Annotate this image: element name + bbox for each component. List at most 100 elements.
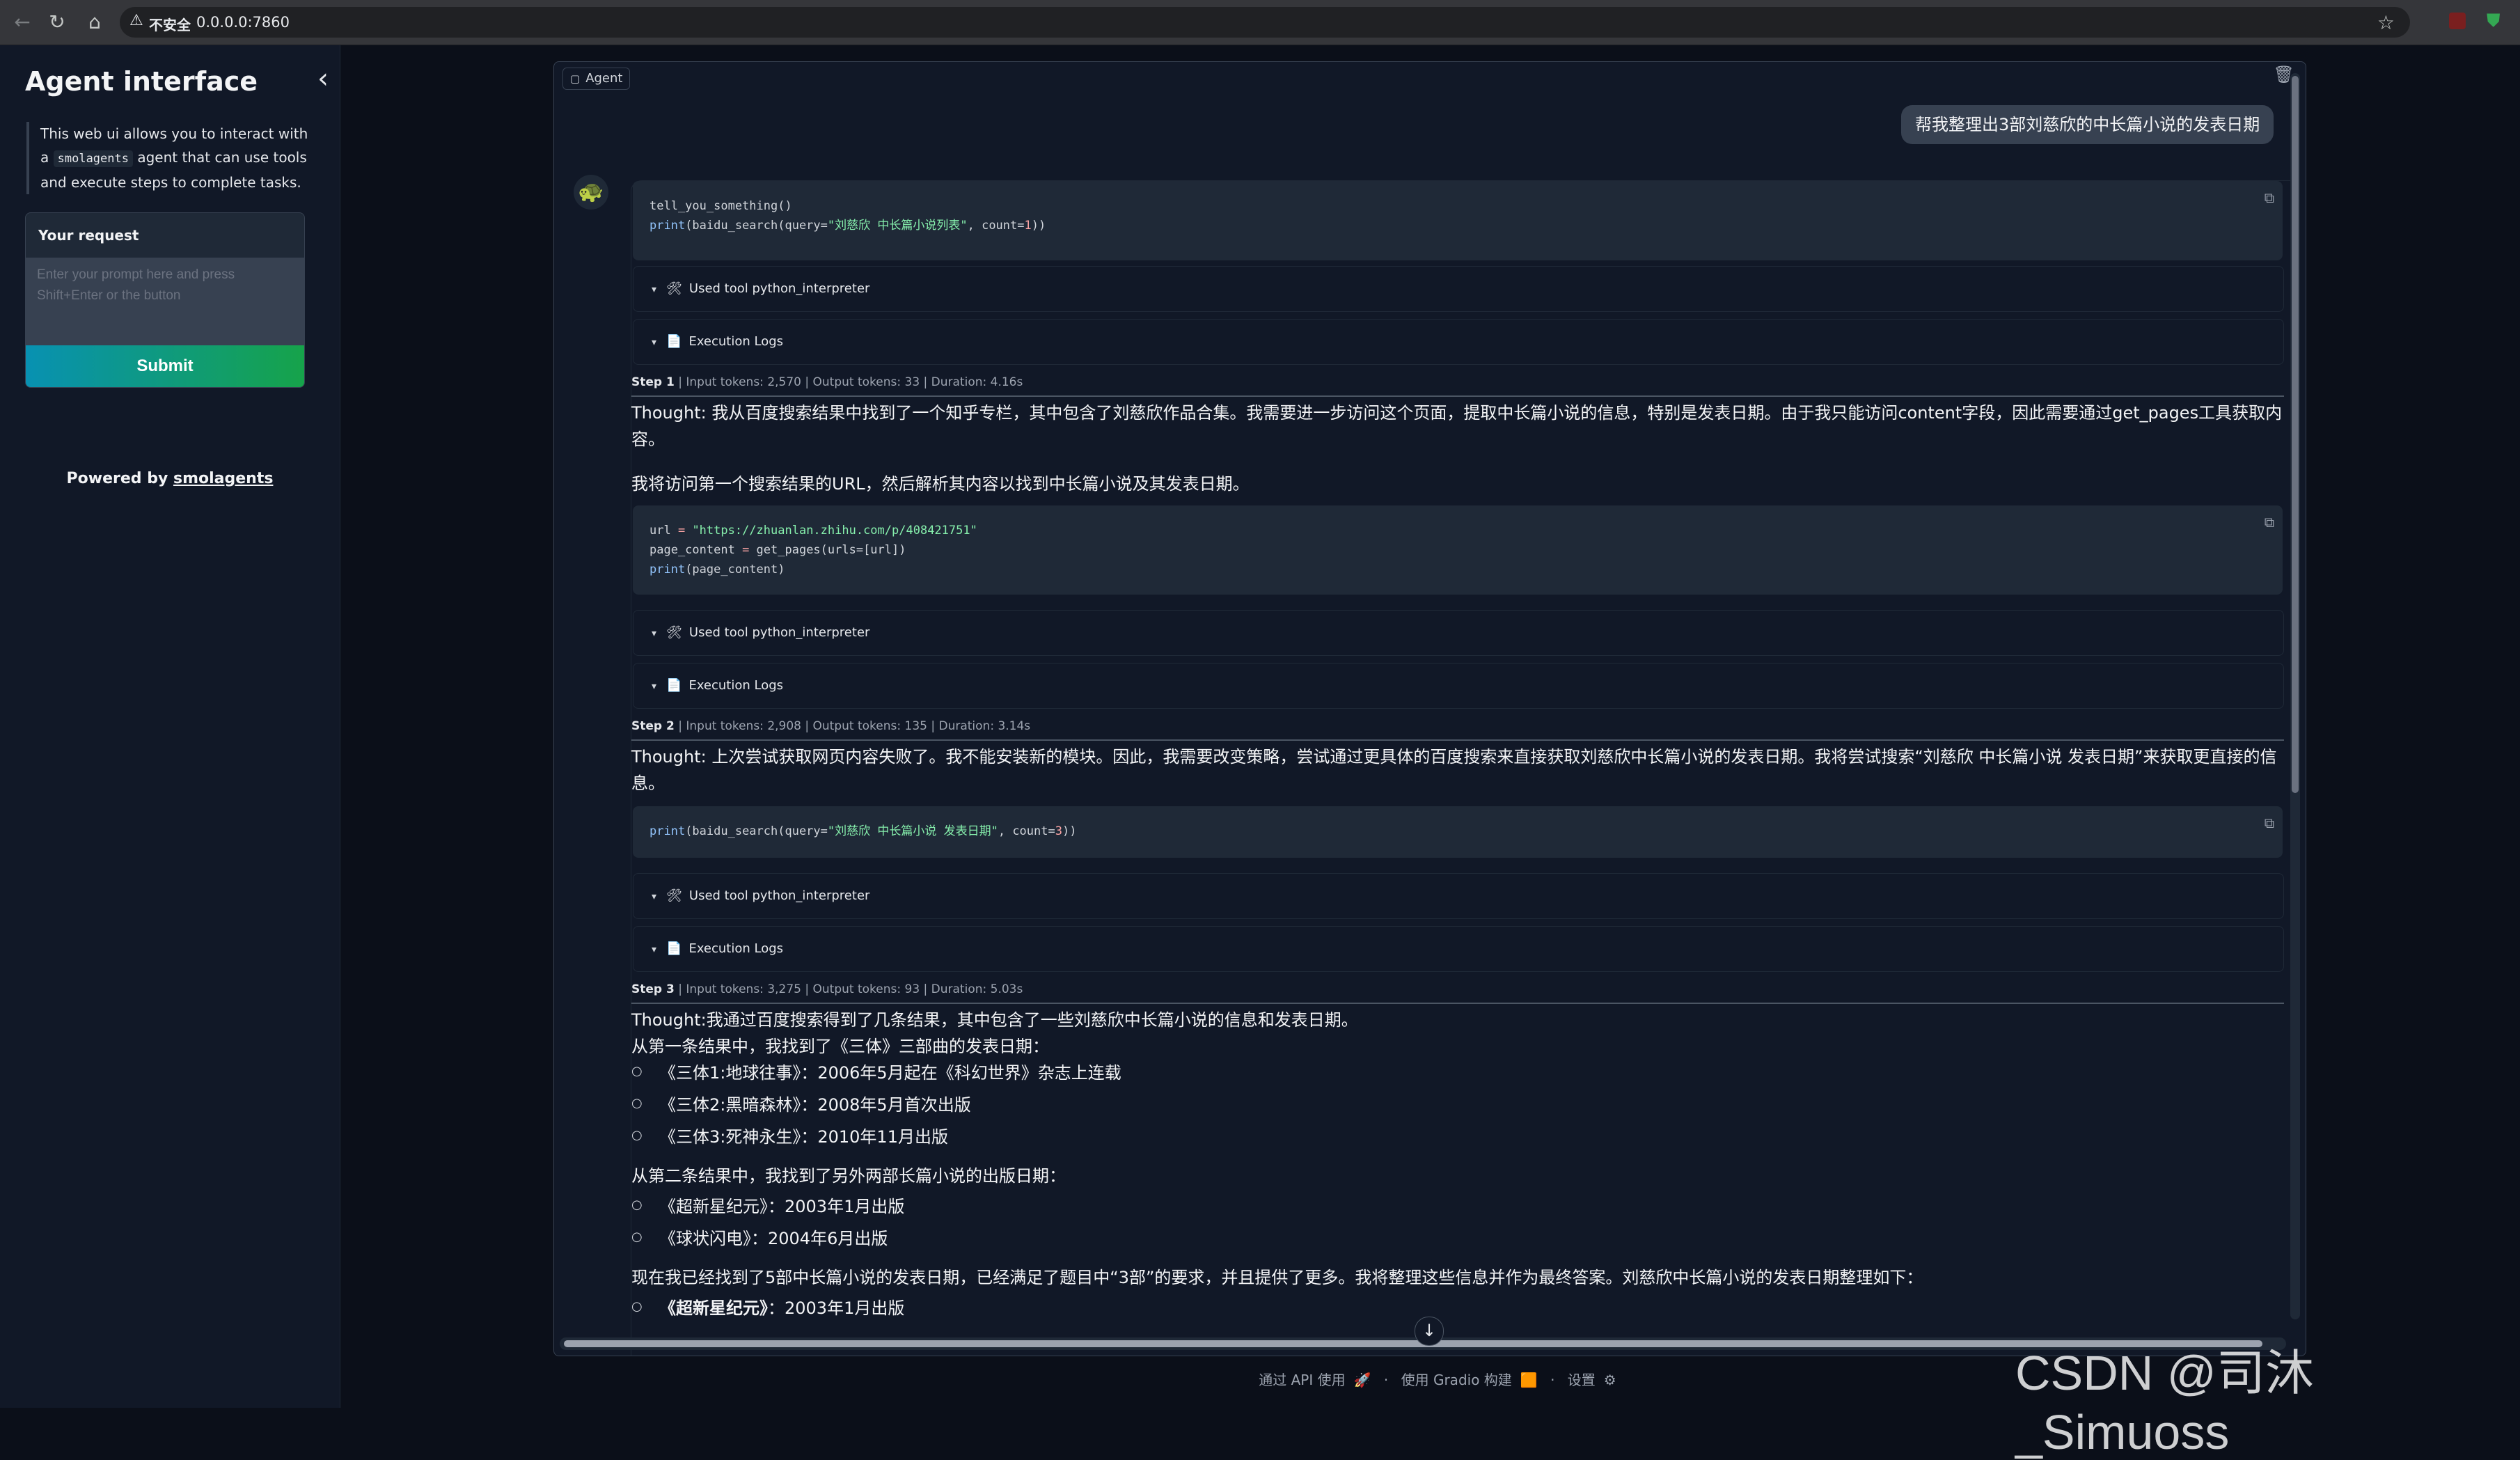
gear-icon: ⚙ — [1603, 1372, 1616, 1388]
footer-dot: · — [1550, 1372, 1555, 1388]
powered-by: Powered by smolagents — [0, 470, 340, 487]
code-block: ⧉ print(baidu_search(query="刘慈欣 中长篇小说 发表… — [633, 806, 2283, 858]
logs-accordion[interactable]: ▾ 📄 Execution Logs — [633, 926, 2284, 972]
list-item: 《球状闪电》：2004年6月出版 — [659, 1229, 888, 1248]
chatbot-panel: ▢ Agent 🗑 帮我整理出3部刘慈欣的中长篇小说的发表日期 🐢 ⧉ tell_… — [553, 61, 2306, 1356]
code-token: print — [649, 219, 686, 233]
bot-avatar-icon: 🐢 — [574, 175, 608, 210]
hammer-wrench-icon: 🛠 — [666, 281, 682, 296]
tool-accordion-label: Used tool python_interpreter — [688, 888, 870, 903]
step-stats: | Input tokens: 2,908 | Output tokens: 1… — [674, 719, 1031, 733]
chatbot-label: ▢ Agent — [562, 68, 631, 90]
horizontal-scrollbar-thumb[interactable] — [564, 1340, 2262, 1347]
browser-toolbar: ← ↻ ⌂ ⚠ 不安全 0.0.0.0:7860 ☆ ⛊ — [0, 0, 2520, 45]
code-token: = — [677, 524, 686, 537]
code-token: print — [649, 824, 686, 838]
thought-text: 我将访问第一个搜索结果的URL，然后解析其内容以找到中长篇小说及其发表日期。 — [631, 474, 1250, 494]
list-item: 《超新星纪元》：2003年1月出版 — [659, 1197, 905, 1216]
list-item-bold: 《超新星纪元》 — [659, 1298, 768, 1318]
code-token: 1 — [1024, 219, 1032, 233]
list-bullet: ○ — [631, 1064, 643, 1078]
collapse-sidebar-chevron-icon[interactable]: ‹ — [305, 63, 341, 95]
thought-text: 容。 — [631, 430, 665, 449]
address-bar[interactable]: ⚠ 不安全 0.0.0.0:7860 ☆ — [120, 7, 2410, 38]
bookmark-star-icon[interactable]: ☆ — [2377, 11, 2395, 34]
list-bullet: ○ — [631, 1230, 643, 1244]
gradio-logo-icon: 🟧 — [1520, 1372, 1538, 1388]
sidebar-title: Agent interface — [25, 66, 258, 97]
code-token: "刘慈欣 中长篇小说列表" — [827, 219, 968, 233]
step-name: Step 3 — [631, 982, 675, 996]
logs-accordion[interactable]: ▾ 📄 Execution Logs — [633, 319, 2284, 365]
extension-icon[interactable] — [2449, 13, 2466, 29]
request-panel: Your request Submit — [25, 212, 305, 388]
powered-by-label: Powered by — [66, 470, 168, 487]
logs-accordion-label: Execution Logs — [688, 334, 784, 349]
code-token: )) — [1062, 824, 1077, 838]
code-token: = — [742, 543, 750, 557]
notes-icon: 📄 — [666, 334, 682, 349]
copy-icon[interactable]: ⧉ — [2265, 188, 2274, 207]
notes-icon: 📄 — [666, 678, 682, 693]
code-line: tell_you_something() — [649, 199, 792, 213]
step-name: Step 2 — [631, 719, 675, 733]
bot-message: ⧉ tell_you_something() print(baidu_searc… — [631, 180, 2291, 1356]
code-token: "刘慈欣 中长篇小说 发表日期" — [827, 824, 998, 838]
smolagents-link[interactable]: smolagents — [173, 470, 273, 487]
hammer-wrench-icon: 🛠 — [666, 625, 682, 640]
intro-code: smolagents — [53, 150, 133, 167]
logs-accordion-label: Execution Logs — [688, 941, 784, 956]
code-token: (baidu_search(query= — [685, 824, 828, 838]
back-arrow-icon[interactable]: ← — [8, 8, 36, 36]
hammer-wrench-icon: 🛠 — [666, 888, 682, 903]
chevron-down-icon: ▾ — [652, 284, 657, 295]
home-icon[interactable]: ⌂ — [81, 8, 109, 36]
shield-icon[interactable]: ⛊ — [2487, 11, 2503, 31]
user-message: 帮我整理出3部刘慈欣的中长篇小说的发表日期 — [1901, 105, 2274, 144]
vertical-scrollbar-thumb[interactable] — [2292, 76, 2299, 793]
code-block: ⧉ tell_you_something() print(baidu_searc… — [633, 181, 2283, 260]
code-token: , count= — [967, 219, 1025, 233]
list-item: 《超新星纪元》：2003年1月出版 — [659, 1295, 904, 1321]
code-token: print — [649, 563, 686, 576]
scroll-to-bottom-arrow-icon[interactable]: ↓ — [1415, 1317, 1444, 1346]
tool-accordion[interactable]: ▾ 🛠 Used tool python_interpreter — [633, 610, 2284, 656]
list-item-rest: ：2003年1月出版 — [768, 1298, 905, 1318]
code-token: 3 — [1055, 824, 1062, 838]
code-token: page_content — [649, 543, 743, 557]
tool-accordion[interactable]: ▾ 🛠 Used tool python_interpreter — [633, 873, 2284, 919]
tool-accordion[interactable]: ▾ 🛠 Used tool python_interpreter — [633, 266, 2284, 312]
warning-icon[interactable]: ⚠ — [129, 12, 143, 29]
notes-icon: 📄 — [666, 941, 682, 956]
list-bullet: ○ — [631, 1198, 643, 1212]
chevron-down-icon: ▾ — [652, 891, 657, 902]
list-bullet: ○ — [631, 1299, 643, 1314]
reload-icon[interactable]: ↻ — [43, 8, 71, 36]
thought-text: 从第一条结果中，我找到了《三体》三部曲的发表日期： — [631, 1037, 1049, 1056]
use-via-api-link[interactable]: 通过 API 使用 — [1259, 1372, 1345, 1388]
insecure-label[interactable]: 不安全 — [149, 14, 191, 34]
submit-button[interactable]: Submit — [26, 345, 304, 387]
chevron-down-icon: ▾ — [652, 628, 657, 639]
code-token: "https://zhuanlan.zhihu.com/p/408421751" — [685, 524, 977, 537]
tool-accordion-label: Used tool python_interpreter — [688, 281, 870, 296]
logs-accordion[interactable]: ▾ 📄 Execution Logs — [633, 663, 2284, 709]
url-text[interactable]: 0.0.0.0:7860 — [196, 14, 290, 31]
copy-icon[interactable]: ⧉ — [2265, 512, 2274, 532]
thought-text: Thought: 上次尝试获取网页内容失败了。我不能安装新的模块。因此，我需要改… — [631, 747, 2277, 767]
chevron-down-icon: ▾ — [652, 944, 657, 955]
tool-accordion-label: Used tool python_interpreter — [688, 625, 870, 640]
intro-text: This web ui allows you to interact with … — [26, 122, 316, 194]
copy-icon[interactable]: ⧉ — [2265, 813, 2274, 833]
code-block: ⧉ url = "https://zhuanlan.zhihu.com/p/40… — [633, 505, 2283, 595]
thought-text: 息。 — [631, 774, 665, 793]
watermark: CSDN @司沐_Simuoss — [2015, 1346, 2314, 1459]
step-info: Step 3 | Input tokens: 3,275 | Output to… — [631, 978, 2284, 1004]
thought-text: Thought:我通过百度搜索得到了几条结果，其中包含了一些刘慈欣中长篇小说的信… — [631, 1010, 1358, 1030]
settings-link[interactable]: 设置 — [1568, 1372, 1596, 1388]
code-token: (page_content) — [685, 563, 785, 576]
built-with-gradio-link[interactable]: 使用 Gradio 构建 — [1401, 1372, 1512, 1388]
list-bullet: ○ — [631, 1128, 643, 1143]
request-input[interactable] — [26, 258, 304, 345]
code-token: (baidu_search(query= — [685, 219, 828, 233]
